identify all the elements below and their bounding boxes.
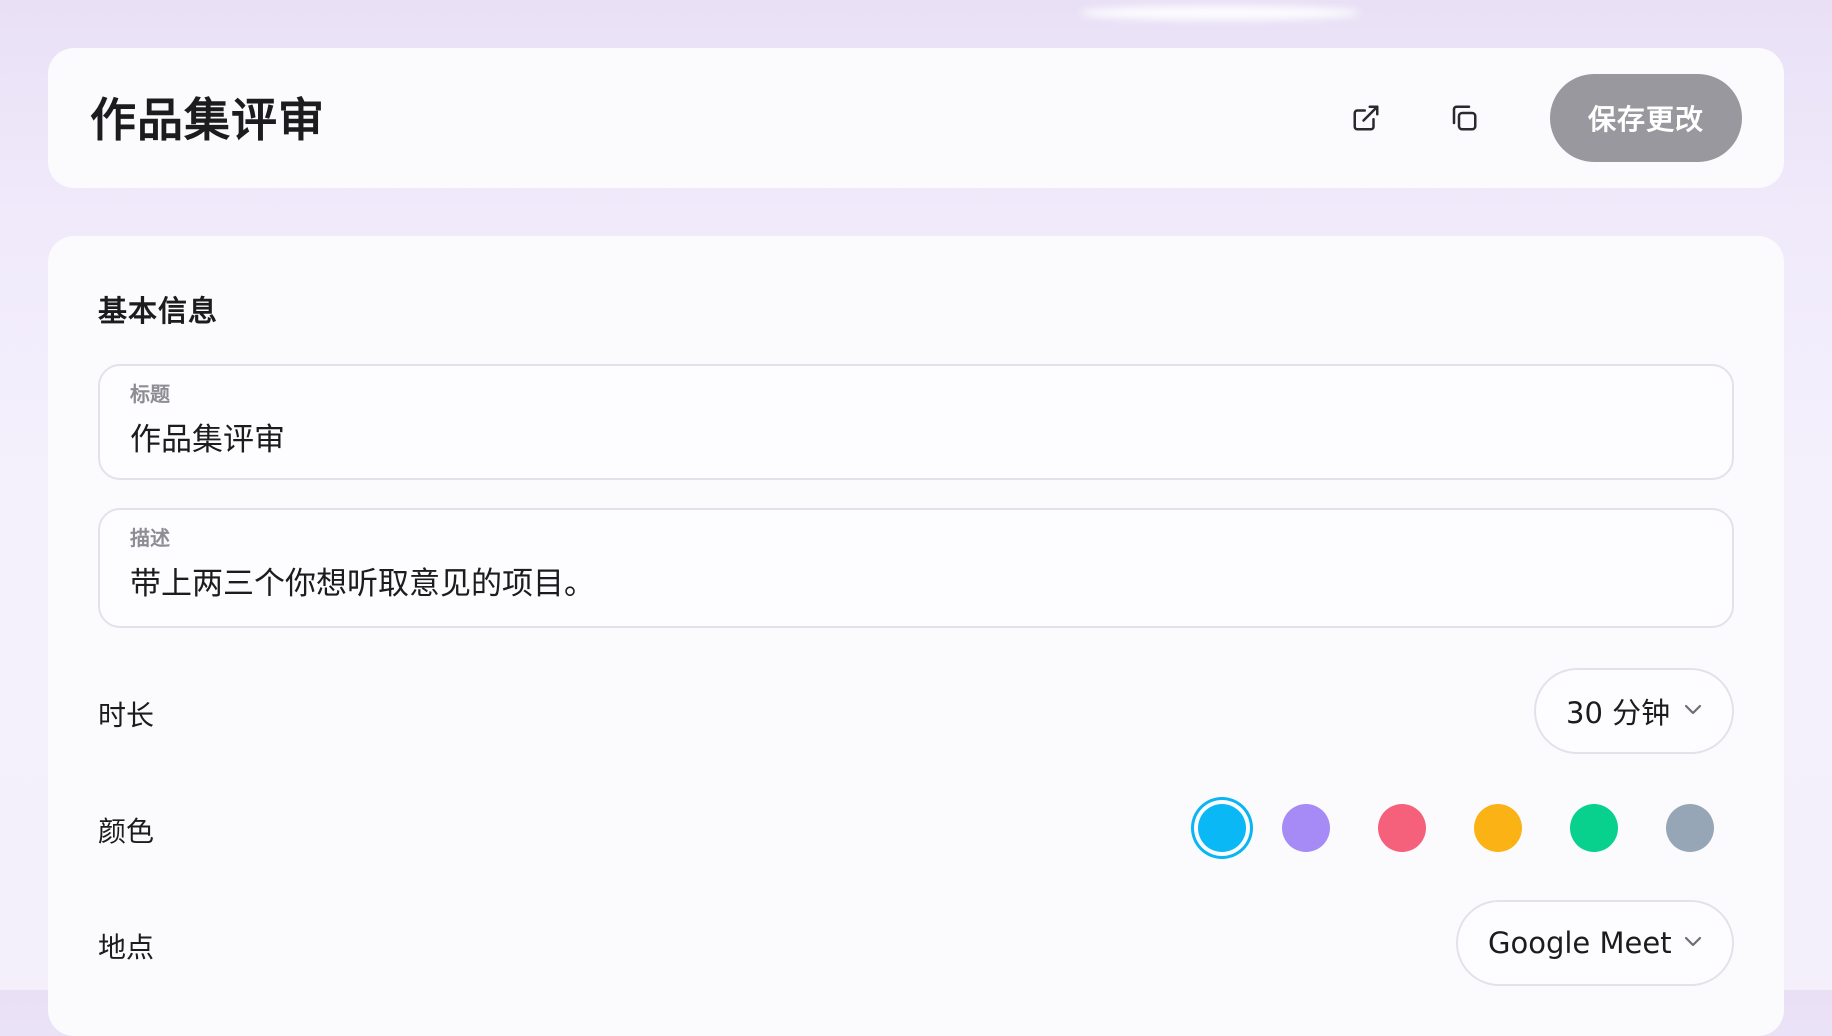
duplicate-button[interactable] [1438, 92, 1490, 144]
color-swatch-pink[interactable] [1378, 804, 1426, 852]
color-label: 颜色 [98, 815, 155, 848]
chevron-down-icon [1684, 704, 1702, 715]
title-input[interactable] [130, 418, 1690, 454]
color-swatch-gray[interactable] [1666, 804, 1714, 852]
header-bar: 作品集评审 保存更改 [48, 48, 1784, 188]
duration-label: 时长 [98, 699, 155, 732]
open-external-button[interactable] [1340, 92, 1392, 144]
location-label: 地点 [98, 931, 155, 964]
location-select[interactable]: Google Meet [1456, 900, 1734, 986]
chevron-down-icon [1684, 936, 1702, 947]
save-changes-button[interactable]: 保存更改 [1550, 74, 1742, 162]
section-title: 基本信息 [98, 294, 219, 328]
color-swatch-purple[interactable] [1282, 804, 1330, 852]
description-field[interactable]: 描述 [98, 508, 1734, 628]
description-field-label: 描述 [130, 526, 170, 550]
duration-select[interactable]: 30 分钟 [1534, 668, 1734, 754]
description-input[interactable] [130, 562, 1690, 598]
color-swatch-blue[interactable] [1198, 804, 1246, 852]
color-swatch-amber[interactable] [1474, 804, 1522, 852]
color-swatch-green[interactable] [1570, 804, 1618, 852]
page-title: 作品集评审 [90, 93, 325, 147]
external-link-icon [1353, 105, 1379, 131]
basic-info-card: 基本信息 标题 描述 时长 30 分钟 颜色 地点 Google Meet [48, 236, 1784, 1036]
duration-value: 30 分钟 [1566, 696, 1671, 730]
title-field[interactable]: 标题 [98, 364, 1734, 480]
background-highlight [1080, 6, 1360, 20]
copy-icon [1452, 105, 1477, 131]
title-field-label: 标题 [130, 382, 170, 406]
location-value: Google Meet [1488, 926, 1672, 960]
